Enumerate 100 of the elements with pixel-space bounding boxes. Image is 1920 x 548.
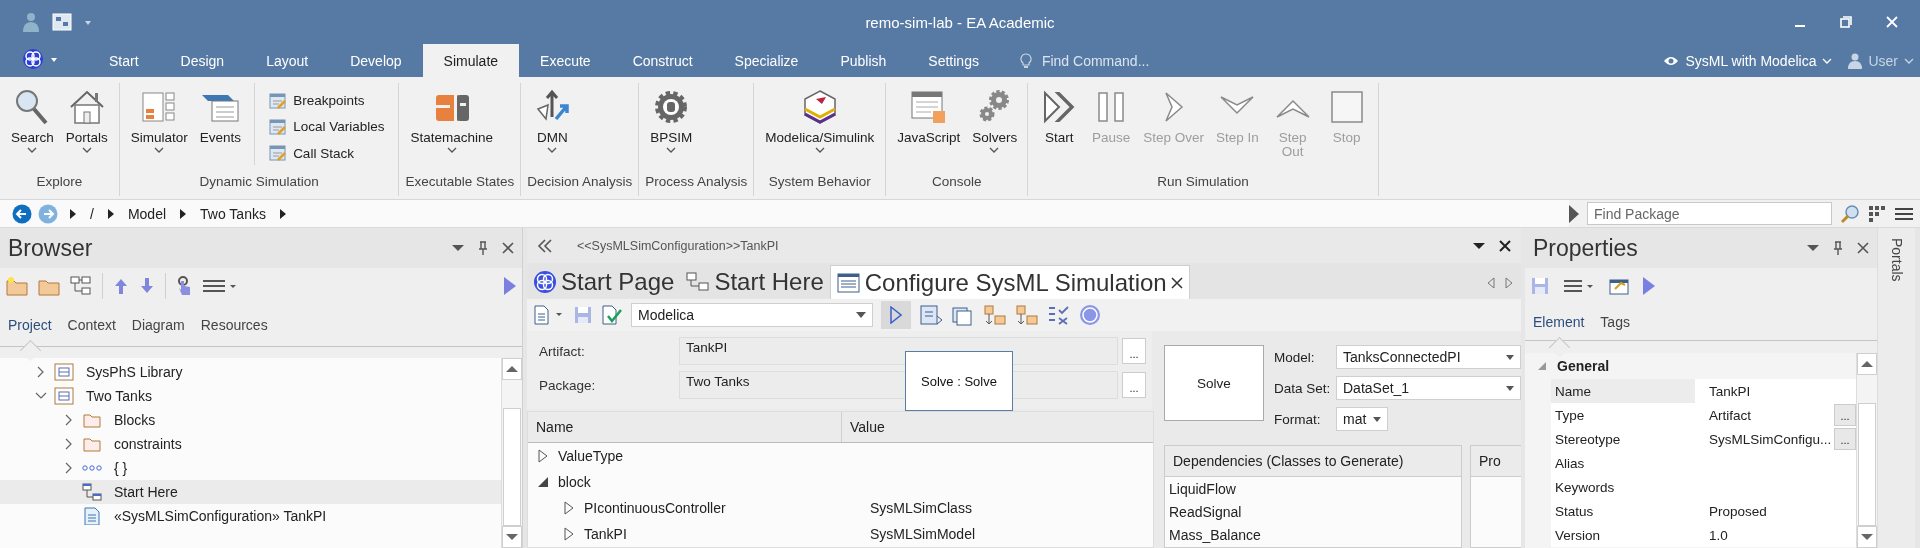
ribbon-tab[interactable]: Simulate xyxy=(422,44,520,77)
play-icon[interactable] xyxy=(1569,204,1579,223)
scrollbar[interactable] xyxy=(501,358,522,548)
ribbon-button[interactable]: Portals xyxy=(60,83,113,174)
panel-tab[interactable]: Element xyxy=(1533,308,1585,336)
collapsed-triangle-icon[interactable] xyxy=(562,501,576,515)
close-icon[interactable] xyxy=(1499,239,1511,252)
checklist-icon[interactable] xyxy=(1047,304,1071,326)
panel-tab[interactable]: Diagram xyxy=(131,311,185,339)
ribbon-tab[interactable]: Construct xyxy=(611,44,714,77)
ribbon-tab[interactable]: Execute xyxy=(519,44,612,77)
scroll-left-icon[interactable] xyxy=(1487,277,1495,289)
menu-icon[interactable] xyxy=(1894,205,1914,222)
ribbon-button[interactable]: Start xyxy=(1034,83,1085,174)
expanded-triangle-icon[interactable] xyxy=(536,475,550,489)
solve-button[interactable]: Solve xyxy=(1164,345,1264,421)
column-header[interactable]: Name xyxy=(528,412,842,442)
menu-icon[interactable] xyxy=(202,278,238,294)
grid-icon[interactable] xyxy=(1868,204,1886,223)
close-icon[interactable] xyxy=(1170,276,1183,289)
ribbon-button[interactable]: DMN xyxy=(527,83,578,174)
search-icon[interactable] xyxy=(1840,203,1860,224)
scroll-up-icon[interactable] xyxy=(506,365,518,373)
logo-icon[interactable] xyxy=(22,48,44,70)
list-item[interactable]: ReadSignal xyxy=(1165,500,1461,523)
menu-icon[interactable] xyxy=(1563,278,1595,294)
list-item[interactable]: Mass_Balance xyxy=(1165,523,1461,546)
ribbon-button[interactable]: Call Stack xyxy=(265,141,389,165)
hierarchy-icon[interactable] xyxy=(70,276,92,296)
help-icon[interactable] xyxy=(1079,304,1101,326)
ribbon-button[interactable]: Modelica/Simulink xyxy=(760,83,880,174)
scrollbar[interactable] xyxy=(1856,353,1877,548)
tree-row[interactable]: «SysMLSimConfiguration» TankPI xyxy=(0,504,501,528)
panel-tab[interactable]: Resources xyxy=(200,311,268,339)
dropdown-field[interactable]: mat xyxy=(1336,407,1388,431)
export-icon[interactable] xyxy=(1015,304,1039,326)
panel-tab[interactable]: Tags xyxy=(1600,308,1630,336)
collapsed-triangle-icon[interactable] xyxy=(536,449,550,463)
pointer-icon[interactable] xyxy=(176,276,192,296)
ribbon-tab[interactable]: Develop xyxy=(329,44,423,77)
scroll-right-icon[interactable] xyxy=(1505,277,1513,289)
scroll-up-icon[interactable] xyxy=(1861,360,1873,368)
browse-button[interactable]: ... xyxy=(1834,428,1856,450)
property-name[interactable]: Stereotype xyxy=(1551,427,1695,451)
collapse-icon[interactable] xyxy=(537,238,553,253)
find-command-field[interactable]: Find Command... xyxy=(1039,51,1244,70)
property-name[interactable]: Name xyxy=(1551,379,1695,403)
document-tab[interactable]: Start Page xyxy=(527,265,681,299)
ribbon-tab[interactable]: Settings xyxy=(907,44,1000,77)
caret-icon[interactable] xyxy=(50,55,58,63)
dropdown-icon[interactable] xyxy=(1473,241,1485,250)
tree-row[interactable]: SysPhS Library xyxy=(0,360,501,384)
browse-button[interactable]: ... xyxy=(1122,338,1146,364)
breadcrumb-item[interactable]: / xyxy=(90,205,94,222)
run-button[interactable] xyxy=(881,301,911,329)
dropdown-icon[interactable] xyxy=(1807,244,1819,252)
collapsed-triangle-icon[interactable] xyxy=(562,527,576,541)
back-icon[interactable] xyxy=(12,203,32,224)
ribbon-tab[interactable]: Publish xyxy=(819,44,908,77)
property-name[interactable]: Type xyxy=(1551,403,1695,427)
column-header[interactable]: Value xyxy=(842,412,885,442)
window-icon[interactable] xyxy=(52,13,72,31)
ribbon-button[interactable]: Solvers xyxy=(967,83,1022,174)
browse-button[interactable]: ... xyxy=(1122,372,1146,398)
tree-row[interactable]: constraints xyxy=(0,432,501,456)
property-name[interactable]: Status xyxy=(1551,499,1695,523)
ribbon-button[interactable]: Statemachine xyxy=(405,83,498,174)
scroll-down-icon[interactable] xyxy=(506,533,518,541)
tree-row[interactable]: Blocks xyxy=(0,408,501,432)
list-item[interactable]: LiquidFlow xyxy=(1165,477,1461,500)
ribbon-tab[interactable]: Specialize xyxy=(713,44,820,77)
triangle-icon[interactable] xyxy=(180,208,187,219)
arrow-down-icon[interactable] xyxy=(139,277,155,295)
close-icon[interactable] xyxy=(1857,242,1869,254)
document-icon[interactable] xyxy=(533,305,565,325)
ribbon-button[interactable]: Simulator xyxy=(125,83,193,174)
chevron-down-icon[interactable] xyxy=(1904,56,1914,65)
play-icon[interactable] xyxy=(504,277,516,295)
perspective-label[interactable]: SysML with Modelica xyxy=(1685,52,1817,69)
triangle-icon[interactable] xyxy=(70,208,76,219)
tree-row[interactable]: Start Here xyxy=(0,480,501,504)
ribbon-tab[interactable]: Layout xyxy=(245,44,330,77)
document-tab[interactable]: Configure SysML Simulation xyxy=(829,265,1190,299)
triangle-icon[interactable] xyxy=(279,208,286,219)
language-dropdown[interactable]: Modelica xyxy=(631,303,873,327)
triangle-icon[interactable] xyxy=(107,208,114,219)
ribbon-button[interactable]: Search xyxy=(6,83,59,174)
import-icon[interactable] xyxy=(983,304,1007,326)
dropdown-field[interactable]: TanksConnectedPI xyxy=(1336,345,1521,369)
find-package-field[interactable]: Find Package xyxy=(1587,202,1832,225)
ribbon-button[interactable]: Breakpoints xyxy=(265,89,389,113)
side-tab[interactable]: Portals xyxy=(1888,238,1905,282)
copy-icon[interactable] xyxy=(951,304,975,326)
ribbon-button[interactable]: JavaScript xyxy=(892,83,966,174)
breadcrumb-item[interactable]: Model xyxy=(127,205,167,222)
browse-button[interactable]: ... xyxy=(1834,404,1856,426)
arrow-up-icon[interactable] xyxy=(113,277,129,295)
pin-icon[interactable] xyxy=(1833,241,1843,255)
caret-icon[interactable] xyxy=(84,18,92,26)
dropdown-icon[interactable] xyxy=(452,244,464,252)
